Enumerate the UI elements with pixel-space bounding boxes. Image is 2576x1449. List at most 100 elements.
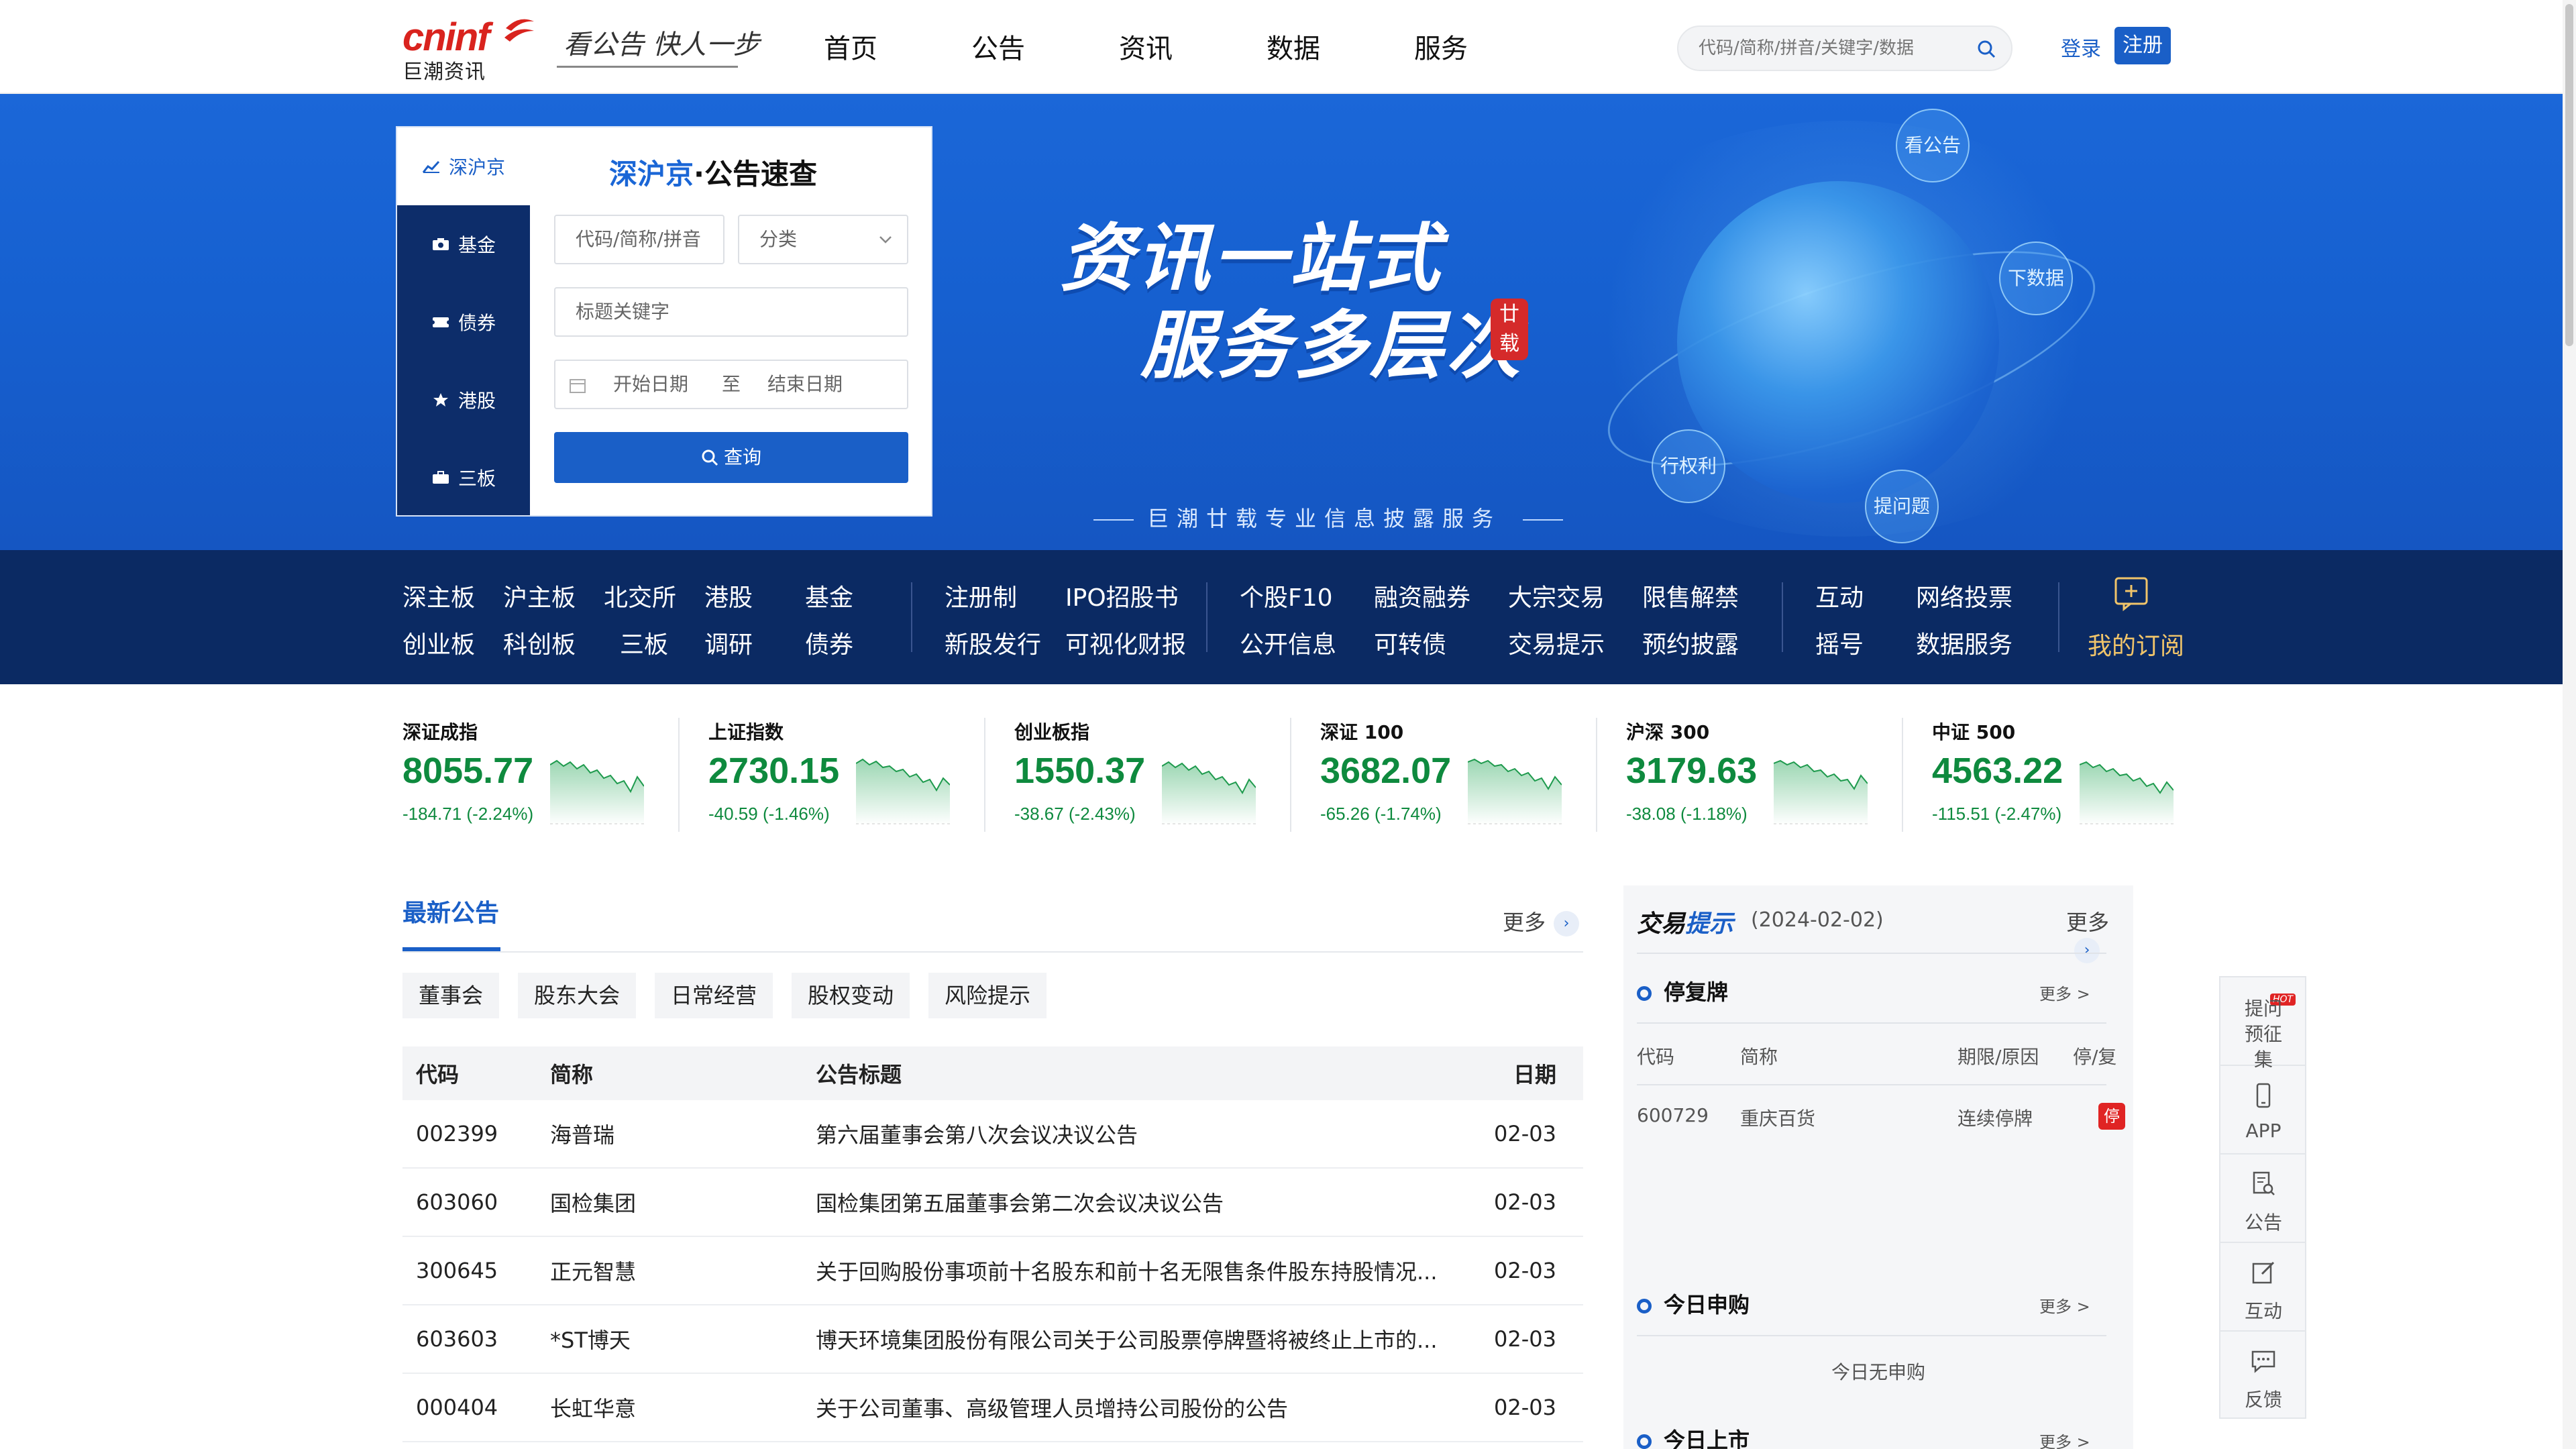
menu-news[interactable]: 资讯 xyxy=(1119,27,1267,66)
more-subscription[interactable]: 更多 > xyxy=(2039,1293,2090,1317)
link-registration[interactable]: 注册制 xyxy=(945,578,1017,613)
index-card[interactable]: 上证指数 2730.15 -40.59 (-1.46%) xyxy=(678,718,1014,839)
register-button[interactable]: 注册 xyxy=(2114,27,2171,64)
search-icon[interactable] xyxy=(1976,39,1996,59)
code-input[interactable]: 代码/简称/拼音 xyxy=(554,215,724,264)
chat-icon xyxy=(2251,1350,2275,1373)
link-stock-f10[interactable]: 个股F10 xyxy=(1240,578,1333,613)
tool-feedback[interactable]: 反馈 xyxy=(2220,1332,2306,1420)
section-title[interactable]: 最新公告 xyxy=(402,894,499,928)
link-third-board[interactable]: 三板 xyxy=(620,625,668,660)
tool-interaction[interactable]: 互动 xyxy=(2220,1243,2306,1332)
bubble-ask-questions[interactable]: 提问题 xyxy=(1865,470,1939,543)
more-listing[interactable]: 更多 > xyxy=(2039,1429,2090,1449)
menu-data[interactable]: 数据 xyxy=(1267,27,1414,66)
menu-announcements[interactable]: 公告 xyxy=(971,27,1119,66)
link-ipo-prospectus[interactable]: IPO招股书 xyxy=(1065,578,1179,613)
query-button[interactable]: 查询 xyxy=(554,432,908,483)
link-hk-stock[interactable]: 港股 xyxy=(704,578,753,613)
link-research[interactable]: 调研 xyxy=(704,625,753,660)
end-date[interactable]: 结束日期 xyxy=(767,361,843,408)
link-block-trades[interactable]: 大宗交易 xyxy=(1508,578,1605,613)
link-trading-tips[interactable]: 交易提示 xyxy=(1508,625,1605,660)
tool-announcements[interactable]: 公告 xyxy=(2220,1155,2306,1243)
section-rule xyxy=(1637,953,2106,954)
sparkline-chart xyxy=(550,759,644,825)
table-row[interactable]: 002399 海普瑞 第六届董事会第八次会议决议公告 02-03 xyxy=(402,1100,1583,1169)
link-convertible-bonds[interactable]: 可转债 xyxy=(1374,625,1446,660)
filter-risk-alert[interactable]: 风险提示 xyxy=(928,973,1047,1018)
tab-fund[interactable]: 基金 xyxy=(397,205,530,283)
link-chinext[interactable]: 创业板 xyxy=(402,625,475,660)
row-title[interactable]: 关于回购股份事项前十名股东和前十名无限售条件股东持股情况... xyxy=(816,1255,1489,1286)
bullet-ring-icon xyxy=(1637,1434,1652,1449)
link-bond[interactable]: 债券 xyxy=(805,625,853,660)
row-code: 600729 xyxy=(1637,1104,1709,1126)
table-row[interactable]: 603603 *ST博天 博天环境集团股份有限公司关于公司股票停牌暨将被终止上市… xyxy=(402,1305,1583,1374)
index-card[interactable]: 深证成指 8055.77 -184.71 (-2.24%) xyxy=(402,718,708,839)
section-underline xyxy=(402,947,500,951)
section-rule xyxy=(1637,1335,2106,1336)
table-row[interactable]: 603060 国检集团 国检集团第五届董事会第二次会议决议公告 02-03 xyxy=(402,1169,1583,1237)
subscription-icon[interactable] xyxy=(2113,576,2149,612)
link-online-voting[interactable]: 网络投票 xyxy=(1916,578,2012,613)
menu-home[interactable]: 首页 xyxy=(824,27,971,66)
bubble-view-announcements[interactable]: 看公告 xyxy=(1896,109,1970,182)
link-visual-reports[interactable]: 可视化财报 xyxy=(1065,625,1186,660)
table-row[interactable]: 000404 长虹华意 关于公司董事、高级管理人员增持公司股份的公告 02-03 xyxy=(402,1374,1583,1442)
my-subscription-link[interactable]: 我的订阅 xyxy=(2088,627,2184,661)
bubble-exercise-rights[interactable]: 行权利 xyxy=(1652,429,1725,503)
link-fund[interactable]: 基金 xyxy=(805,578,853,613)
link-lottery[interactable]: 摇号 xyxy=(1815,625,1864,660)
link-star-market[interactable]: 科创板 xyxy=(503,625,576,660)
page-scrollbar[interactable] xyxy=(2563,0,2576,1449)
star-icon xyxy=(433,393,448,407)
date-range-picker[interactable]: 开始日期 至 结束日期 xyxy=(554,360,908,409)
table-row[interactable]: 300645 正元智慧 关于回购股份事项前十名股东和前十名无限售条件股东持股情况… xyxy=(402,1237,1583,1305)
link-new-issues[interactable]: 新股发行 xyxy=(945,625,1041,660)
link-disclosure-schedule[interactable]: 预约披露 xyxy=(1642,625,1739,660)
suspension-title: 停复牌 xyxy=(1664,979,1729,1005)
filter-equity-change[interactable]: 股权变动 xyxy=(792,973,910,1018)
slogan-underline xyxy=(557,66,738,68)
link-bse[interactable]: 北交所 xyxy=(604,578,676,613)
bubble-download-data[interactable]: 下数据 xyxy=(1999,241,2073,315)
index-card[interactable]: 沪深 300 3179.63 -38.08 (-1.18%) xyxy=(1596,718,1931,839)
filter-shareholder-meeting[interactable]: 股东大会 xyxy=(518,973,637,1018)
search-input[interactable] xyxy=(1699,27,1967,70)
row-title[interactable]: 国检集团第五届董事会第二次会议决议公告 xyxy=(816,1187,1489,1218)
link-sh-main[interactable]: 沪主板 xyxy=(503,578,576,613)
more-trading-tips[interactable]: 更多 › xyxy=(2066,906,2133,963)
index-card[interactable]: 深证 100 3682.07 -65.26 (-1.74%) xyxy=(1290,718,1625,839)
link-public-info[interactable]: 公开信息 xyxy=(1240,625,1336,660)
menu-services[interactable]: 服务 xyxy=(1414,27,1562,66)
link-interaction[interactable]: 互动 xyxy=(1815,578,1864,613)
index-card[interactable]: 创业板指 1550.37 -38.67 (-2.43%) xyxy=(984,718,1320,839)
tab-sz-sh-bj[interactable]: 深沪京 xyxy=(397,127,530,205)
tab-third-board[interactable]: 三板 xyxy=(397,439,530,517)
keyword-input[interactable]: 标题关键字 xyxy=(554,287,908,337)
tool-question-collection[interactable]: HOT 提问预征集 xyxy=(2220,977,2306,1071)
more-announcements[interactable]: 更多 › xyxy=(1503,906,1580,936)
index-card[interactable]: 中证 500 4563.22 -115.51 (-2.47%) xyxy=(1902,718,2237,839)
link-margin-trading[interactable]: 融资融券 xyxy=(1374,578,1470,613)
link-data-services[interactable]: 数据服务 xyxy=(1916,625,2012,660)
link-lockup-expiry[interactable]: 限售解禁 xyxy=(1642,578,1739,613)
cninfo-logo[interactable]: cninf 巨潮资讯 xyxy=(402,15,537,84)
row-title[interactable]: 关于公司董事、高级管理人员增持公司股份的公告 xyxy=(816,1392,1489,1423)
row-title[interactable]: 博天环境集团股份有限公司关于公司股票停牌暨将被终止上市的... xyxy=(816,1324,1489,1354)
category-select[interactable]: 分类 xyxy=(738,215,908,264)
start-date[interactable]: 开始日期 xyxy=(613,361,688,408)
more-suspension[interactable]: 更多 > xyxy=(2039,981,2090,1004)
row-title[interactable]: 第六届董事会第八次会议决议公告 xyxy=(816,1118,1489,1149)
tab-hk-stock[interactable]: 港股 xyxy=(397,361,530,439)
login-link[interactable]: 登录 xyxy=(2061,32,2101,62)
scrollbar-thumb[interactable] xyxy=(2565,4,2573,346)
tool-app[interactable]: APP xyxy=(2220,1066,2306,1155)
link-sz-main[interactable]: 深主板 xyxy=(402,578,475,613)
banner-seal: 廿载 xyxy=(1491,299,1528,360)
filter-daily-operations[interactable]: 日常经营 xyxy=(655,973,773,1018)
suspension-heading: 停复牌 xyxy=(1637,975,1728,1006)
tab-bond[interactable]: 债券 xyxy=(397,283,530,361)
filter-board[interactable]: 董事会 xyxy=(402,973,500,1018)
